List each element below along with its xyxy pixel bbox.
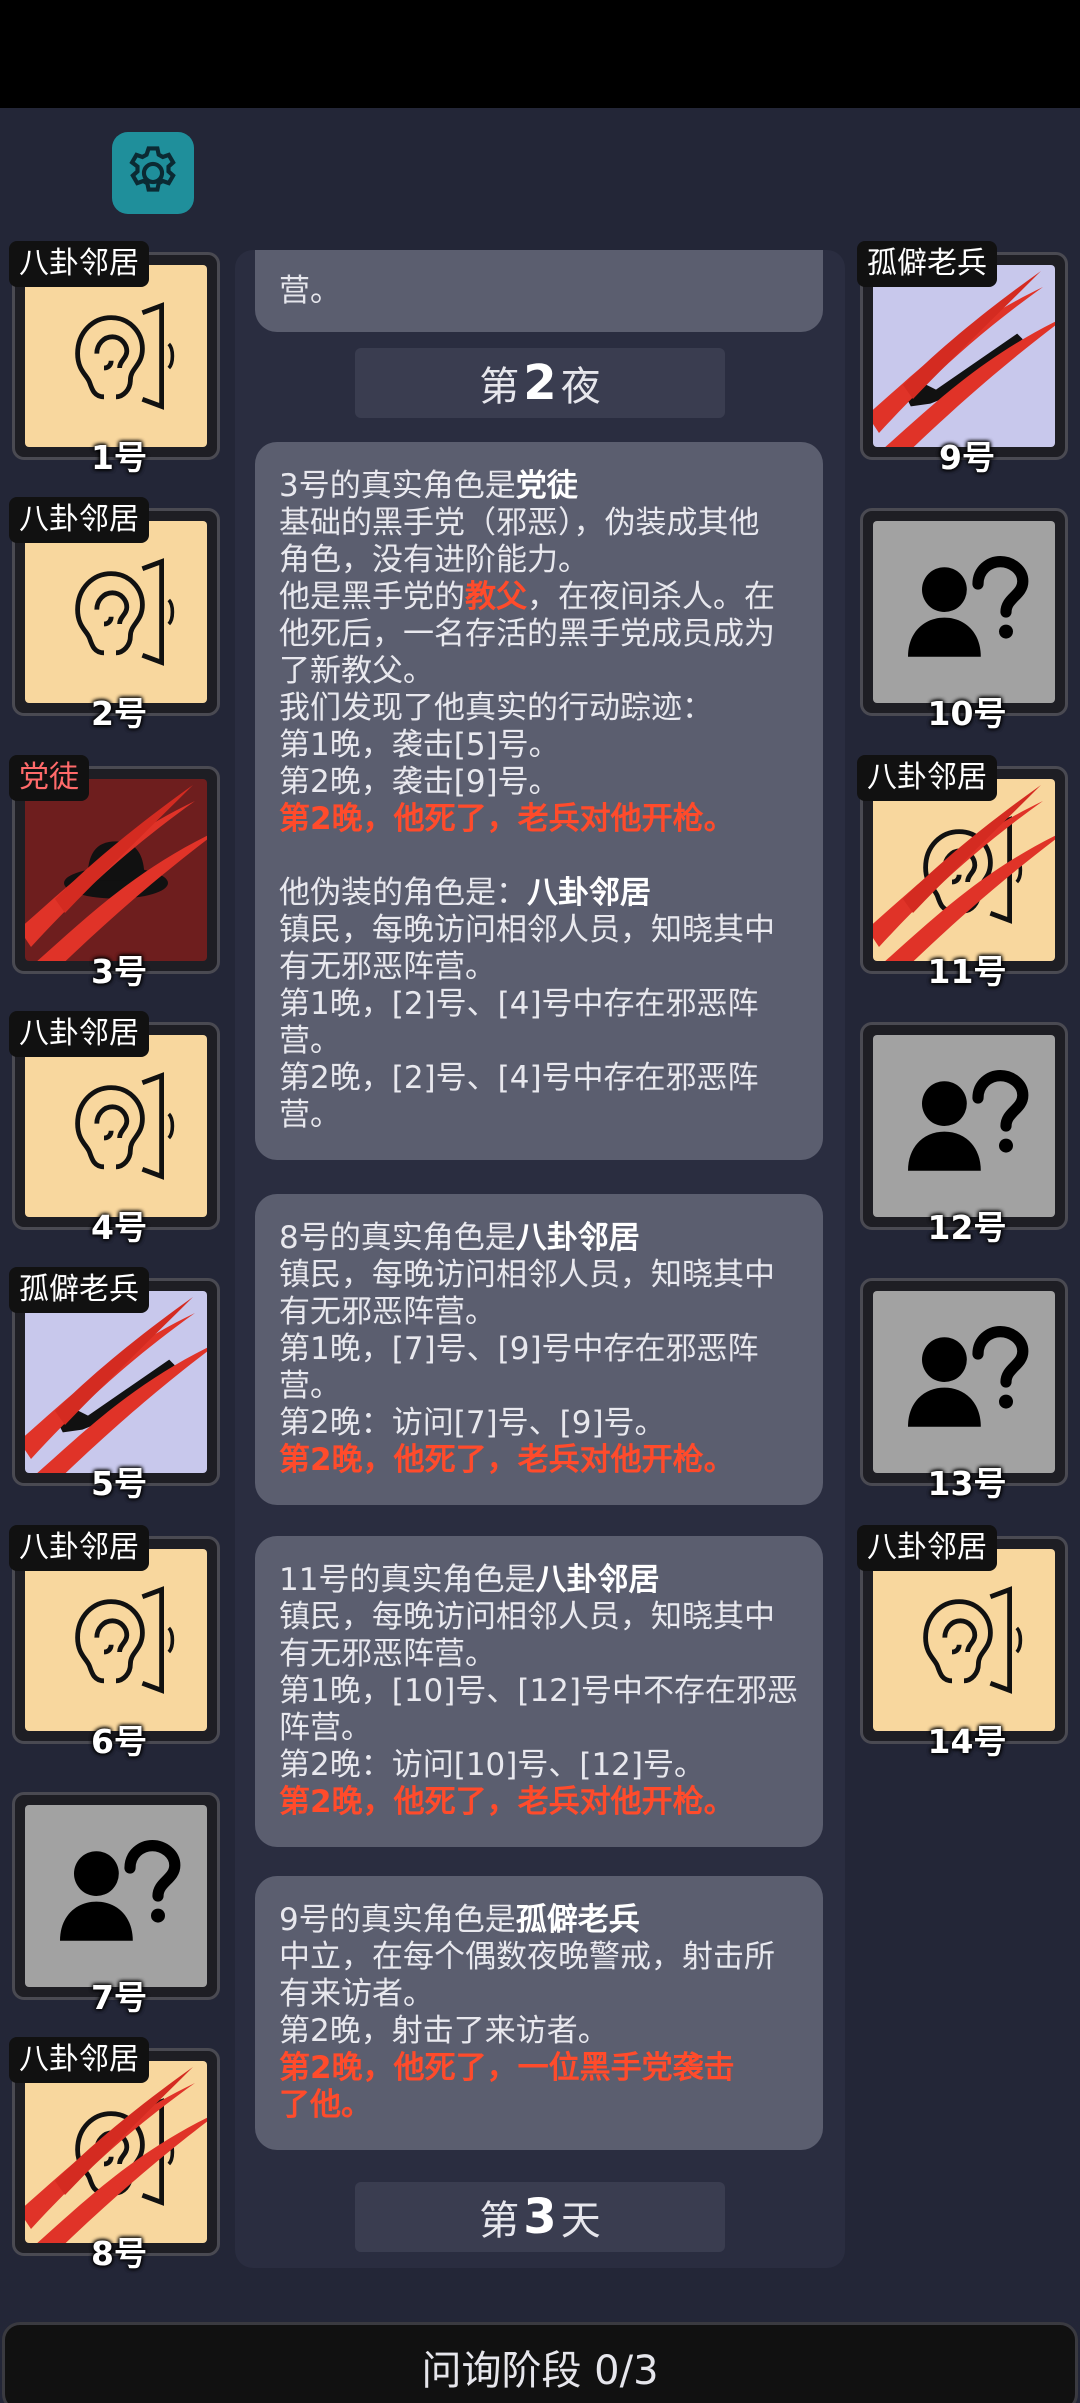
player-card-10[interactable]: 10号 — [860, 508, 1068, 733]
player-card-8[interactable]: 八卦邻居 8号 — [9, 2037, 220, 2273]
player-card-13[interactable]: 13号 — [860, 1278, 1068, 1503]
player-number: 5号 — [91, 1464, 147, 1503]
claw-slash-icon — [25, 1291, 207, 1473]
player-card-3[interactable]: 党徒 3号 — [9, 755, 220, 991]
player-card-14[interactable]: 八卦邻居 14号 — [857, 1525, 1068, 1761]
log-message-player-9: 9号的真实角色是孤僻老兵 中立，在每个偶数夜晚警戒，射击所 有来访者。 第2晚，… — [255, 1876, 823, 2150]
role-tag: 党徒 — [9, 755, 89, 801]
role-tag: 孤僻老兵 — [857, 241, 997, 287]
player-number: 14号 — [927, 1722, 1007, 1761]
claw-slash-icon — [25, 779, 207, 961]
role-tag: 孤僻老兵 — [9, 1267, 149, 1313]
player-number: 12号 — [927, 1208, 1007, 1247]
player-card-2[interactable]: 八卦邻居 2号 — [9, 497, 220, 733]
player-card-7[interactable]: 7号 — [12, 1792, 220, 2017]
night-divider: 第2夜 — [355, 348, 725, 418]
log-message-player-8: 8号的真实角色是八卦邻居 镇民，每晚访问相邻人员，知晓其中 有无邪恶阵营。 第1… — [255, 1194, 823, 1505]
ear-icon — [56, 1580, 176, 1700]
inquiry-phase-bar[interactable]: 问询阶段 0/3 — [2, 2322, 1078, 2403]
log-message-player-11: 11号的真实角色是八卦邻居 镇民，每晚访问相邻人员，知晓其中 有无邪恶阵营。 第… — [255, 1536, 823, 1847]
claw-slash-icon — [25, 2061, 207, 2243]
player-number: 1号 — [91, 438, 147, 477]
ear-icon — [56, 296, 176, 416]
player-number: 6号 — [91, 1722, 147, 1761]
ear-icon — [56, 1066, 176, 1186]
ear-icon — [904, 1580, 1024, 1700]
player-card-12[interactable]: 12号 — [860, 1022, 1068, 1247]
claw-slash-icon — [873, 265, 1055, 447]
game-log-panel[interactable]: 营。 第2夜 3号的真实角色是党徒 基础的黑手党（邪恶），伪装成其他 角色，没有… — [235, 250, 845, 2268]
player-number: 10号 — [927, 694, 1007, 733]
role-tag: 八卦邻居 — [9, 497, 149, 543]
log-message-partial: 营。 — [255, 250, 823, 332]
settings-button[interactable] — [112, 132, 194, 214]
player-number: 3号 — [91, 952, 147, 991]
player-card-4[interactable]: 八卦邻居 4号 — [9, 1011, 220, 1247]
player-number: 8号 — [91, 2234, 147, 2273]
role-tag: 八卦邻居 — [857, 1525, 997, 1571]
role-tag: 八卦邻居 — [9, 1011, 149, 1057]
player-number: 9号 — [939, 438, 995, 477]
player-number: 4号 — [91, 1208, 147, 1247]
unknown-person-icon — [894, 1056, 1034, 1196]
role-tag: 八卦邻居 — [9, 241, 149, 287]
player-number: 13号 — [927, 1464, 1007, 1503]
player-card-11[interactable]: 八卦邻居 11号 — [857, 755, 1068, 991]
status-bar — [0, 0, 1080, 108]
player-number: 11号 — [927, 952, 1007, 991]
player-number: 7号 — [91, 1978, 147, 2017]
inquiry-phase-label: 问询阶段 0/3 — [421, 2348, 659, 2394]
role-tag: 八卦邻居 — [9, 2037, 149, 2083]
role-tag: 八卦邻居 — [9, 1525, 149, 1571]
player-card-5[interactable]: 孤僻老兵 5号 — [9, 1267, 220, 1503]
player-card-9[interactable]: 孤僻老兵 9号 — [857, 241, 1068, 477]
day-divider: 第3天 — [355, 2182, 725, 2252]
player-card-1[interactable]: 八卦邻居 1号 — [9, 241, 220, 477]
unknown-person-icon — [894, 542, 1034, 682]
gear-icon — [129, 146, 176, 192]
unknown-person-icon — [46, 1826, 186, 1966]
player-card-6[interactable]: 八卦邻居 6号 — [9, 1525, 220, 1761]
log-message-player-3: 3号的真实角色是党徒 基础的黑手党（邪恶），伪装成其他 角色，没有进阶能力。 他… — [255, 442, 823, 1160]
ear-icon — [56, 552, 176, 672]
claw-slash-icon — [873, 779, 1055, 961]
unknown-person-icon — [894, 1312, 1034, 1452]
player-number: 2号 — [91, 694, 147, 733]
role-tag: 八卦邻居 — [857, 755, 997, 801]
